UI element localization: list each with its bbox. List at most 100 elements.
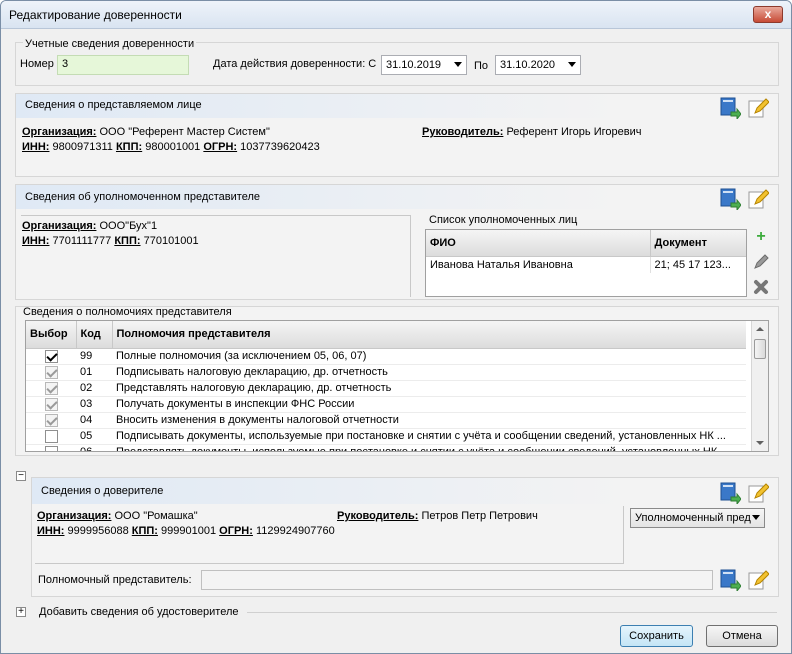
code-cell: 06 [76,444,112,451]
scroll-down-icon[interactable] [756,441,764,445]
save-button[interactable]: Сохранить [620,625,693,647]
power-cell: Подписывать документы, используемые при … [112,428,746,445]
column-header-document[interactable]: Документ [650,230,746,257]
date-to-value: 31.10.2020 [500,59,556,71]
power-checkbox[interactable] [44,397,58,411]
scroll-thumb[interactable] [754,339,766,359]
close-button[interactable]: x [753,6,783,23]
table-row[interactable]: 02 Представлять налоговую декларацию, др.… [26,380,746,397]
authorized-section-title: Сведения об уполномоченном представителе [25,191,260,203]
principal-org: Организация: ООО "Ромашка" [37,510,198,522]
power-cell: Представлять документы, используемые при… [112,444,746,451]
edit-pencil-icon[interactable] [747,569,769,591]
powers-grid[interactable]: Выбор Код Полномочия представителя 99 Пол… [25,320,769,452]
expand-toggle[interactable]: + [16,607,26,617]
directory-select-icon[interactable] [719,569,741,591]
column-header-code[interactable]: Код [76,321,113,349]
edit-pencil-icon[interactable] [747,188,769,210]
registration-section-title: Учетные сведения доверенности [23,38,197,50]
select-cell [26,348,76,365]
date-to-picker[interactable]: 31.10.2020 [495,55,581,75]
full-rep-field[interactable] [201,570,713,590]
powers-section-title: Сведения о полномочиях представителя [23,306,232,318]
directory-select-icon[interactable] [719,482,741,504]
code-cell: 03 [76,396,112,413]
column-header-fio[interactable]: ФИО [426,230,651,257]
scroll-up-icon[interactable] [756,327,764,331]
date-from-picker[interactable]: 31.10.2019 [381,55,467,75]
principal-head: Руководитель: Петров Петр Петрович [337,510,538,522]
validity-label: Дата действия доверенности: С [213,58,377,70]
table-row[interactable]: 99 Полные полномочия (за исключением 05, … [26,348,746,365]
power-checkbox[interactable] [44,365,58,379]
table-row[interactable]: 04 Вносить изменения в документы налогово… [26,412,746,429]
principal-section-title: Сведения о доверителе [41,485,164,497]
edit-pencil-icon[interactable] [747,97,769,119]
collapse-toggle[interactable]: − [16,471,26,481]
power-cell: Представлять налоговую декларацию, др. о… [112,380,746,397]
select-cell [26,428,76,445]
power-cell: Подписывать налоговую декларацию, др. от… [112,364,746,381]
edit-icon[interactable] [753,254,769,270]
select-cell [26,396,76,413]
window-title: Редактирование доверенности [9,8,182,22]
power-checkbox[interactable] [44,445,58,451]
authorized-org: Организация: ООО"Бух"1 [22,220,158,232]
code-cell: 99 [76,348,112,365]
number-label: Номер [20,58,54,70]
power-cell: Полные полномочия (за исключением 05, 06… [112,348,746,365]
select-cell [26,444,76,451]
chevron-down-icon [568,62,576,67]
table-row[interactable]: Иванова Наталья Ивановна 21; 45 17 123..… [426,256,746,273]
cell-document: 21; 45 17 123... [654,258,731,271]
powers-table: Выбор Код Полномочия представителя 99 Пол… [26,321,746,451]
code-cell: 01 [76,364,112,381]
date-to-label: По [474,60,489,72]
power-checkbox[interactable] [44,349,58,363]
table-row[interactable]: 01 Подписывать налоговую декларацию, др. … [26,364,746,381]
dialog-window: Редактирование доверенности x Учетные св… [0,0,792,654]
code-cell: 02 [76,380,112,397]
authorized-ids: ИНН: 7701111777 КПП: 770101001 [22,235,199,247]
chevron-down-icon [752,515,760,520]
full-rep-label: Полномочный представитель: [38,574,192,586]
represented-org: Организация: ООО "Референт Мастер Систем… [22,126,270,138]
date-from-value: 31.10.2019 [386,59,442,71]
power-checkbox[interactable] [44,413,58,427]
select-cell [26,412,76,429]
column-header-power[interactable]: Полномочия представителя [112,321,746,349]
directory-select-icon[interactable] [719,97,741,119]
divider [247,612,777,613]
add-icon[interactable]: + [753,229,769,245]
add-certifier-label[interactable]: Добавить сведения об удостоверителе [39,606,239,618]
delete-icon[interactable] [753,279,769,295]
authorized-list-table: ФИО Документ Иванова Наталья Ивановна 21… [426,230,746,273]
chevron-down-icon [454,62,462,67]
power-checkbox[interactable] [44,381,58,395]
directory-select-icon[interactable] [719,188,741,210]
principal-ids: ИНН: 9999956088 КПП: 999901001 ОГРН: 112… [37,525,335,537]
authorized-list[interactable]: ФИО Документ Иванова Наталья Ивановна 21… [425,229,747,297]
powers-scrollbar[interactable] [751,321,768,451]
power-checkbox[interactable] [44,429,58,443]
role-select[interactable]: Уполномоченный пред [630,508,765,528]
column-header-select[interactable]: Выбор [26,321,77,349]
represented-ids: ИНН: 9800971311 КПП: 980001001 ОГРН: 103… [22,141,320,153]
represented-section-title: Сведения о представляемом лице [25,99,202,111]
edit-pencil-icon[interactable] [747,482,769,504]
table-row[interactable]: 05 Подписывать документы, используемые пр… [26,428,746,445]
title-bar: Редактирование доверенности x [1,1,791,29]
select-cell [26,364,76,381]
cell-fio: Иванова Наталья Ивановна [426,256,651,273]
power-cell: Вносить изменения в документы налоговой … [112,412,746,429]
code-cell: 05 [76,428,112,445]
cancel-button[interactable]: Отмена [706,625,778,647]
represented-head: Руководитель: Референт Игорь Игоревич [422,126,642,138]
number-field[interactable]: 3 [57,55,189,75]
power-cell: Получать документы в инспекции ФНС Росси… [112,396,746,413]
code-cell: 04 [76,412,112,429]
authorized-list-title: Список уполномоченных лиц [429,214,578,226]
table-row[interactable]: 06 Представлять документы, используемые п… [26,444,746,451]
table-row[interactable]: 03 Получать документы в инспекции ФНС Рос… [26,396,746,413]
role-select-value: Уполномоченный пред [635,512,751,524]
